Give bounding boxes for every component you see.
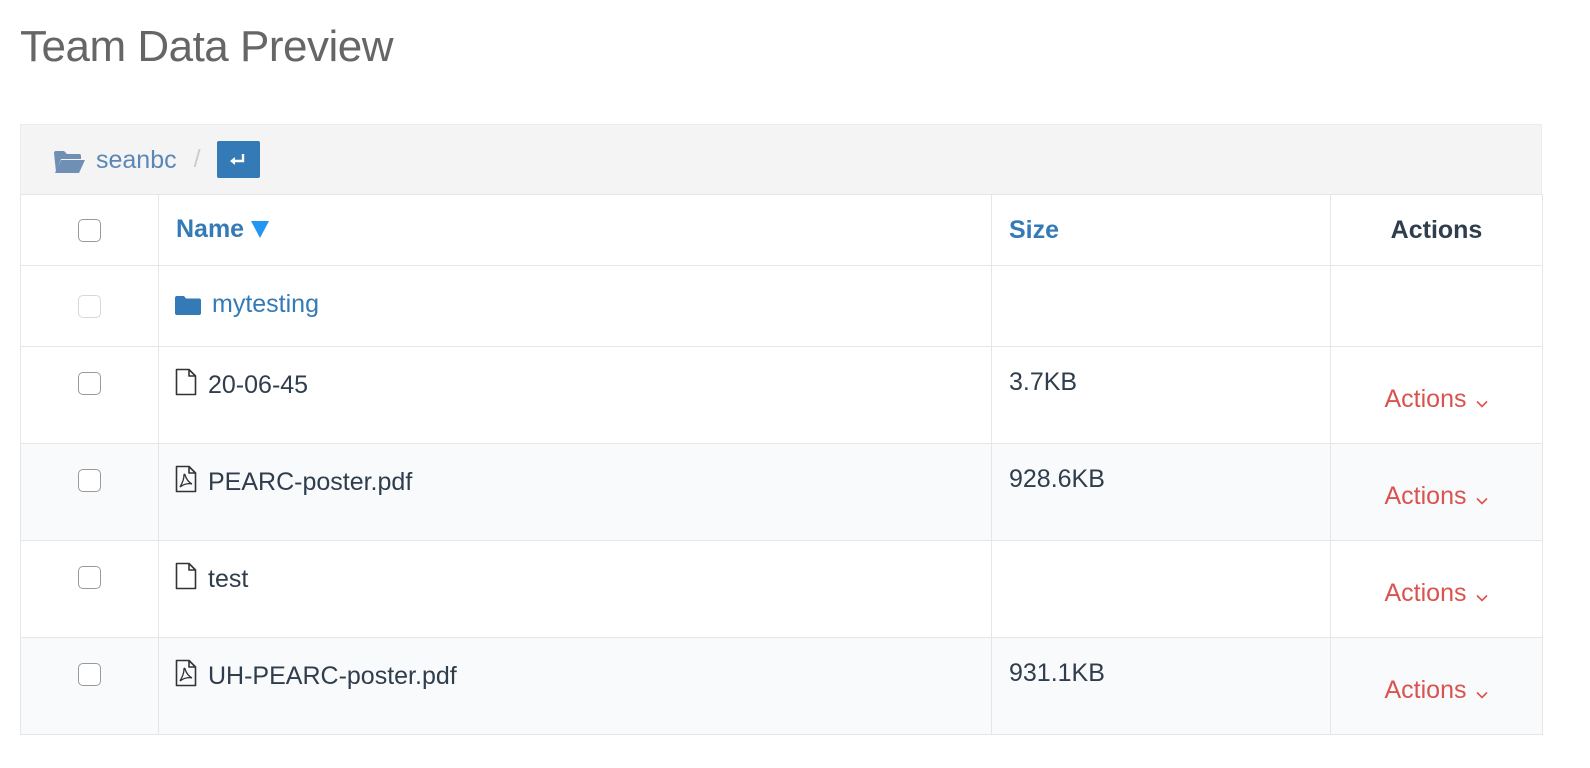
row-checkbox[interactable] — [78, 469, 101, 492]
breadcrumb-separator: / — [193, 145, 201, 173]
pdf-file-icon — [175, 465, 197, 500]
pdf-file-icon — [175, 659, 197, 694]
chevron-down-icon — [1476, 483, 1489, 512]
select-all-checkbox[interactable] — [78, 219, 101, 243]
folder-open-icon — [53, 150, 86, 174]
row-checkbox[interactable] — [78, 294, 101, 318]
chevron-down-icon — [1476, 580, 1489, 609]
table-row: 20-06-45 3.7KB Actions — [20, 346, 1543, 444]
table-row: PEARC-poster.pdf 928.6KB Actions — [20, 443, 1543, 541]
column-header-name[interactable]: Name — [158, 194, 992, 266]
row-size — [991, 265, 1331, 347]
row-size: 3.7KB — [991, 346, 1331, 444]
table-row: test Actions — [20, 540, 1543, 638]
column-header-size[interactable]: Size — [991, 194, 1331, 266]
row-name: 20-06-45 — [208, 371, 309, 399]
row-name: UH-PEARC-poster.pdf — [208, 662, 457, 690]
table-row: mytesting — [20, 265, 1543, 347]
actions-dropdown-button[interactable]: Actions — [1385, 675, 1489, 706]
row-size — [991, 540, 1331, 638]
row-checkbox[interactable] — [78, 372, 101, 395]
row-checkbox[interactable] — [78, 566, 101, 589]
actions-dropdown-button[interactable]: Actions — [1385, 578, 1489, 609]
folder-icon — [175, 293, 201, 322]
file-icon — [175, 562, 197, 597]
chevron-down-icon — [1476, 677, 1489, 706]
row-size: 928.6KB — [991, 443, 1331, 541]
actions-dropdown-button[interactable]: Actions — [1385, 384, 1489, 415]
column-header-actions: Actions — [1330, 194, 1543, 266]
actions-label: Actions — [1384, 481, 1467, 510]
page-title: Team Data Preview — [20, 22, 393, 71]
chevron-down-icon — [1476, 386, 1489, 415]
row-name: mytesting — [212, 290, 319, 318]
actions-label: Actions — [1384, 675, 1467, 704]
row-name: test — [208, 565, 249, 593]
return-button[interactable] — [216, 141, 260, 178]
table-row: UH-PEARC-poster.pdf 931.1KB Actions — [20, 637, 1543, 735]
breadcrumb-item-seanbc[interactable]: seanbc — [96, 146, 177, 175]
row-name: PEARC-poster.pdf — [208, 468, 413, 496]
table-header-row: Name Size Actions — [20, 194, 1543, 266]
row-size: 931.1KB — [991, 637, 1331, 735]
file-table: Name Size Actions mytesting 20-06-45 3.7… — [20, 194, 1543, 735]
file-browser-panel: seanbc / Name Size Actions mytesting 20-… — [20, 124, 1543, 735]
actions-label: Actions — [1384, 384, 1467, 413]
row-checkbox[interactable] — [78, 663, 101, 686]
folder-link[interactable]: mytesting — [175, 290, 319, 318]
return-arrow-icon — [230, 153, 245, 165]
column-header-name-label: Name — [176, 214, 245, 243]
actions-dropdown-button[interactable]: Actions — [1385, 481, 1489, 512]
sort-down-triangle-icon — [250, 217, 270, 246]
breadcrumb: seanbc / — [20, 124, 1542, 194]
file-icon — [175, 368, 197, 403]
actions-label: Actions — [1384, 578, 1467, 607]
